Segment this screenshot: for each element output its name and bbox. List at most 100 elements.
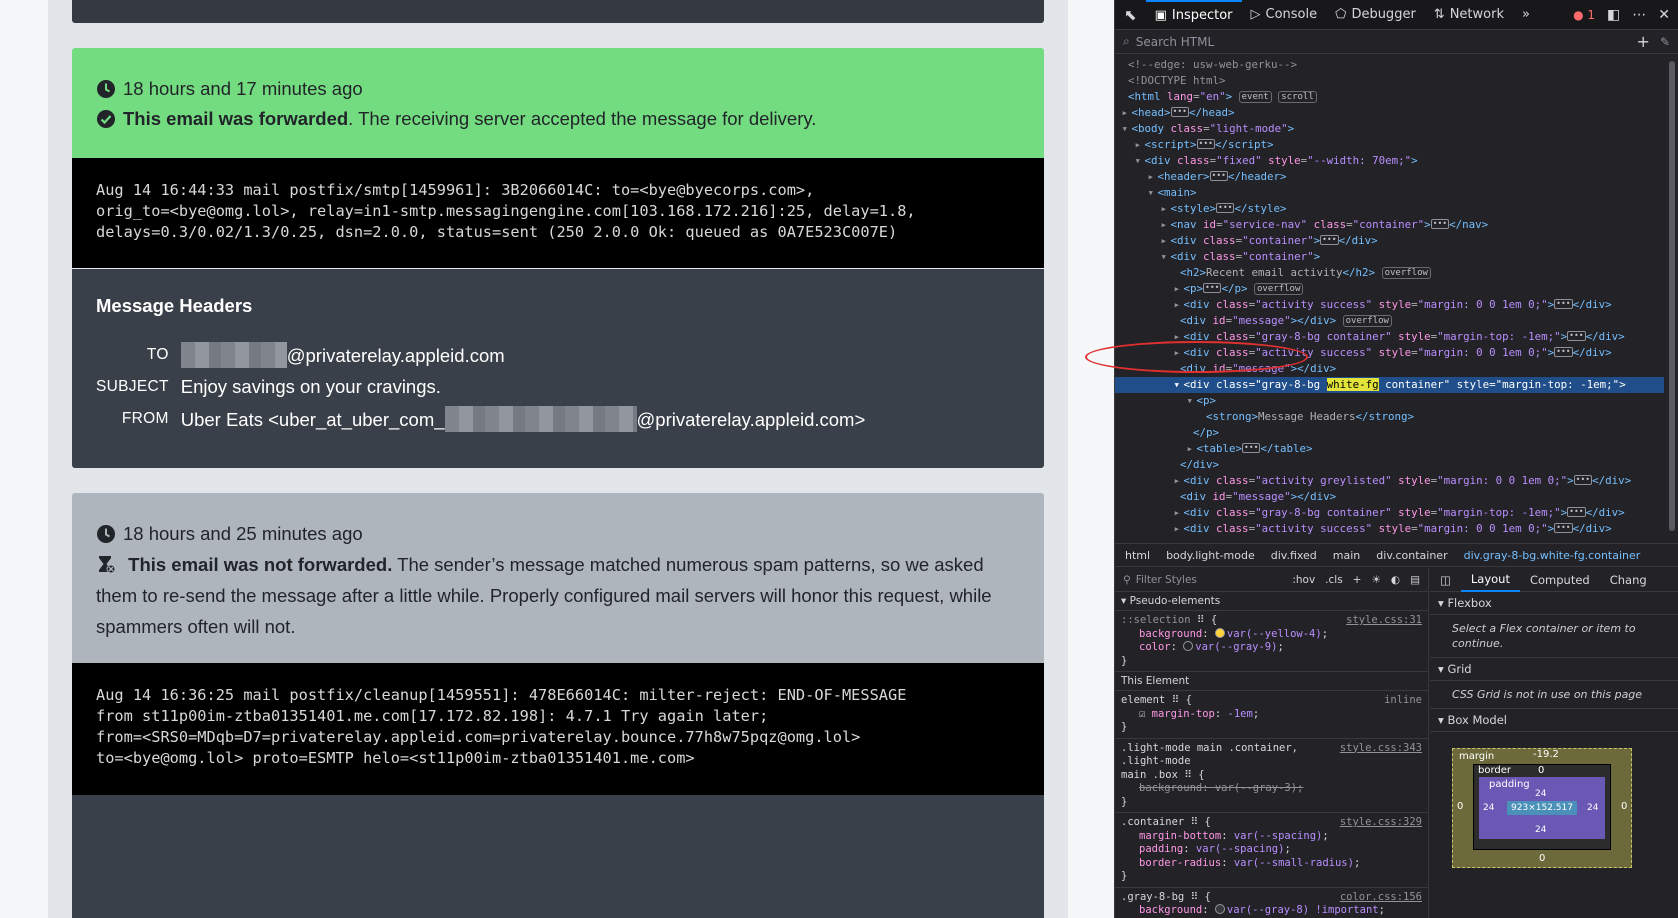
more-tabs-icon[interactable]: » — [1513, 0, 1539, 30]
tree-node[interactable]: <div id="message"></div> — [1115, 361, 1664, 377]
header-value: Uber Eats <uber_at_uber_com_ @privaterela… — [180, 403, 865, 435]
scroll-thumb[interactable] — [1669, 61, 1675, 531]
tree-node[interactable]: ▸ <div class="activity greylisted" style=… — [1115, 473, 1664, 489]
tree-node[interactable]: <div id="message"></div> — [1115, 489, 1664, 505]
tree-node[interactable]: ▾ <body class="light-mode"> — [1115, 121, 1664, 137]
close-icon[interactable]: ✕ — [1658, 7, 1670, 23]
tree-node[interactable]: </p> — [1115, 425, 1664, 441]
activity-status-row: This email was not forwarded. The sender… — [96, 549, 1020, 642]
tree-node[interactable]: <!DOCTYPE html> — [1115, 73, 1664, 89]
postfix-log: Aug 14 16:36:25 mail postfix/cleanup[145… — [72, 663, 1044, 795]
padding-right-value[interactable]: 24 — [1587, 803, 1598, 813]
border-top-value[interactable]: 0 — [1538, 765, 1544, 776]
breadcrumb-item[interactable]: div.fixed — [1271, 549, 1317, 562]
margin-right-value[interactable]: 0 — [1621, 801, 1627, 812]
box-model-header[interactable]: ▾ Box Model — [1430, 709, 1678, 732]
search-input[interactable]: Search HTML — [1136, 35, 1214, 49]
tab-computed[interactable]: Computed — [1520, 568, 1600, 592]
tree-node[interactable]: <!--edge: usw-web-gerku--> — [1115, 57, 1664, 73]
checkbox[interactable]: ☑ — [1139, 708, 1145, 720]
tree-node[interactable]: ▸ <div class="activity success" style="ma… — [1115, 521, 1664, 537]
tree-node[interactable]: ▾ <main> — [1115, 185, 1664, 201]
layout-tabs: ◫ Layout Computed Chang — [1430, 568, 1678, 592]
tab-debugger[interactable]: ⬠ Debugger — [1326, 0, 1425, 30]
html-search[interactable]: ⌕ Search HTML + ✎ — [1115, 30, 1678, 54]
tree-node[interactable]: ▸ <header> ••• </header> — [1115, 169, 1664, 185]
sidebar-toggle-icon[interactable]: ◫ — [1430, 568, 1461, 592]
tree-node[interactable]: <html lang="en"> event scroll — [1115, 89, 1664, 105]
padding-left-value[interactable]: 24 — [1483, 803, 1494, 813]
tab-console[interactable]: ▷ Console — [1242, 0, 1327, 30]
activity-status-text: . The receiving server accepted the mess… — [348, 108, 817, 129]
tree-node-selected[interactable]: ▾ <div class="gray-8-bg white-fg containe… — [1115, 377, 1664, 393]
tree-node[interactable]: ▸ <div class="activity success" style="ma… — [1115, 345, 1664, 361]
markup-tree[interactable]: <!--edge: usw-web-gerku--> <!DOCTYPE htm… — [1115, 55, 1664, 543]
console-icon: ▷ — [1250, 7, 1261, 22]
flexbox-note: Select a Flex container or item to conti… — [1430, 615, 1678, 658]
tree-node[interactable]: ▾ <div class="container"> — [1115, 249, 1664, 265]
activity-time: 18 hours and 17 minutes ago — [123, 78, 363, 99]
element-picker-icon[interactable]: ⬉ — [1115, 0, 1146, 30]
margin-left-value[interactable]: 0 — [1457, 801, 1463, 812]
tree-node[interactable]: ▸ <p> ••• </p> overflow — [1115, 281, 1664, 297]
flexbox-header[interactable]: ▾ Flexbox — [1430, 592, 1678, 615]
breadcrumb: html body.light-mode div.fixed main div.… — [1115, 543, 1678, 567]
tree-node[interactable]: ▸ <script> ••• </script> — [1115, 137, 1664, 153]
margin-bottom-value[interactable]: 0 — [1539, 853, 1545, 864]
print-icon[interactable]: ▤ — [1410, 574, 1420, 586]
rule-source[interactable]: color.css:156 — [1340, 891, 1422, 905]
pseudo-elements-header[interactable]: ▾ Pseudo-elements — [1115, 592, 1428, 611]
grid-header[interactable]: ▾ Grid — [1430, 658, 1678, 681]
tab-network[interactable]: ⇅ Network — [1425, 0, 1513, 30]
dark-theme-icon[interactable]: ◐ — [1391, 574, 1400, 586]
section-label: Box Model — [1447, 713, 1507, 727]
breadcrumb-item[interactable]: html — [1125, 549, 1150, 562]
padding-box: padding 24 24 24 24 923×152.517 — [1479, 777, 1605, 839]
menu-icon[interactable]: ⋯ — [1632, 7, 1646, 23]
filter-input[interactable]: Filter Styles — [1136, 574, 1197, 586]
padding-top-value[interactable]: 24 — [1535, 789, 1546, 799]
rules-pane: ⚲ Filter Styles :hov .cls + ☀ ◐ ▤ ▾ Pseu… — [1115, 568, 1429, 918]
tree-node[interactable]: ▾ <div class="fixed" style="--width: 70em… — [1115, 153, 1664, 169]
activity-status-bold: This email was forwarded — [123, 108, 349, 129]
add-node-icon[interactable]: + — [1637, 32, 1650, 51]
eyedropper-icon[interactable]: ✎ — [1660, 35, 1670, 49]
breadcrumb-item[interactable]: main — [1333, 549, 1360, 562]
breadcrumb-item[interactable]: body.light-mode — [1166, 549, 1255, 562]
margin-top-value[interactable]: -19.2 — [1533, 749, 1559, 760]
tree-node[interactable]: ▸ <nav id="service-nav" class="container"… — [1115, 217, 1664, 233]
dock-icon[interactable]: ◧ — [1607, 7, 1620, 23]
hov-toggle[interactable]: :hov — [1292, 574, 1315, 586]
tab-layout[interactable]: Layout — [1460, 568, 1520, 592]
tree-node[interactable]: <strong>Message Headers</strong> — [1115, 409, 1664, 425]
tree-node[interactable]: <div id="message"></div> overflow — [1115, 313, 1664, 329]
error-badge[interactable]: ● 1 — [1573, 8, 1595, 22]
tree-scrollbar[interactable] — [1664, 55, 1678, 543]
rule-source[interactable]: style.css:343 — [1340, 742, 1422, 756]
tab-inspector[interactable]: ▣ Inspector — [1145, 0, 1242, 30]
header-from-prefix: Uber Eats <uber_at_uber_com_ — [180, 409, 445, 430]
padding-bottom-value[interactable]: 24 — [1535, 825, 1546, 835]
tree-node[interactable]: ▾ <p> — [1115, 393, 1664, 409]
light-theme-icon[interactable]: ☀ — [1371, 574, 1380, 586]
tree-node[interactable]: ▸ <div class="activity success" style="ma… — [1115, 297, 1664, 313]
filter-styles[interactable]: ⚲ Filter Styles :hov .cls + ☀ ◐ ▤ — [1115, 568, 1428, 592]
add-rule-icon[interactable]: + — [1353, 574, 1362, 586]
breadcrumb-item[interactable]: div.container — [1376, 549, 1447, 562]
cls-toggle[interactable]: .cls — [1325, 574, 1343, 586]
tab-changes[interactable]: Chang — [1600, 568, 1657, 592]
box-model-diagram: margin -19.2 0 0 0 border 0 padding 24 2… — [1452, 748, 1632, 868]
tree-node[interactable]: ▸ <div class="gray-8-bg container" style=… — [1115, 505, 1664, 521]
breadcrumb-item-current[interactable]: div.gray-8-bg.white-fg.container — [1464, 549, 1641, 562]
rule-source[interactable]: style.css:329 — [1340, 816, 1422, 830]
header-key: TO — [146, 346, 169, 363]
tree-node[interactable]: ▸ <style> ••• </style> — [1115, 201, 1664, 217]
tree-node[interactable]: ▸ <head> ••• </head> — [1115, 105, 1664, 121]
tree-node[interactable]: ▸ <div class="gray-8-bg container" style=… — [1115, 329, 1664, 345]
tree-node[interactable]: <h2>Recent email activity</h2> overflow — [1115, 265, 1664, 281]
tree-node[interactable]: ▸ <table> ••• </table> — [1115, 441, 1664, 457]
tree-node[interactable]: </div> — [1115, 457, 1664, 473]
header-key: SUBJECT — [96, 378, 169, 395]
rule-source[interactable]: style.css:31 — [1346, 614, 1422, 628]
tree-node[interactable]: ▸ <div class="container"> ••• </div> — [1115, 233, 1664, 249]
